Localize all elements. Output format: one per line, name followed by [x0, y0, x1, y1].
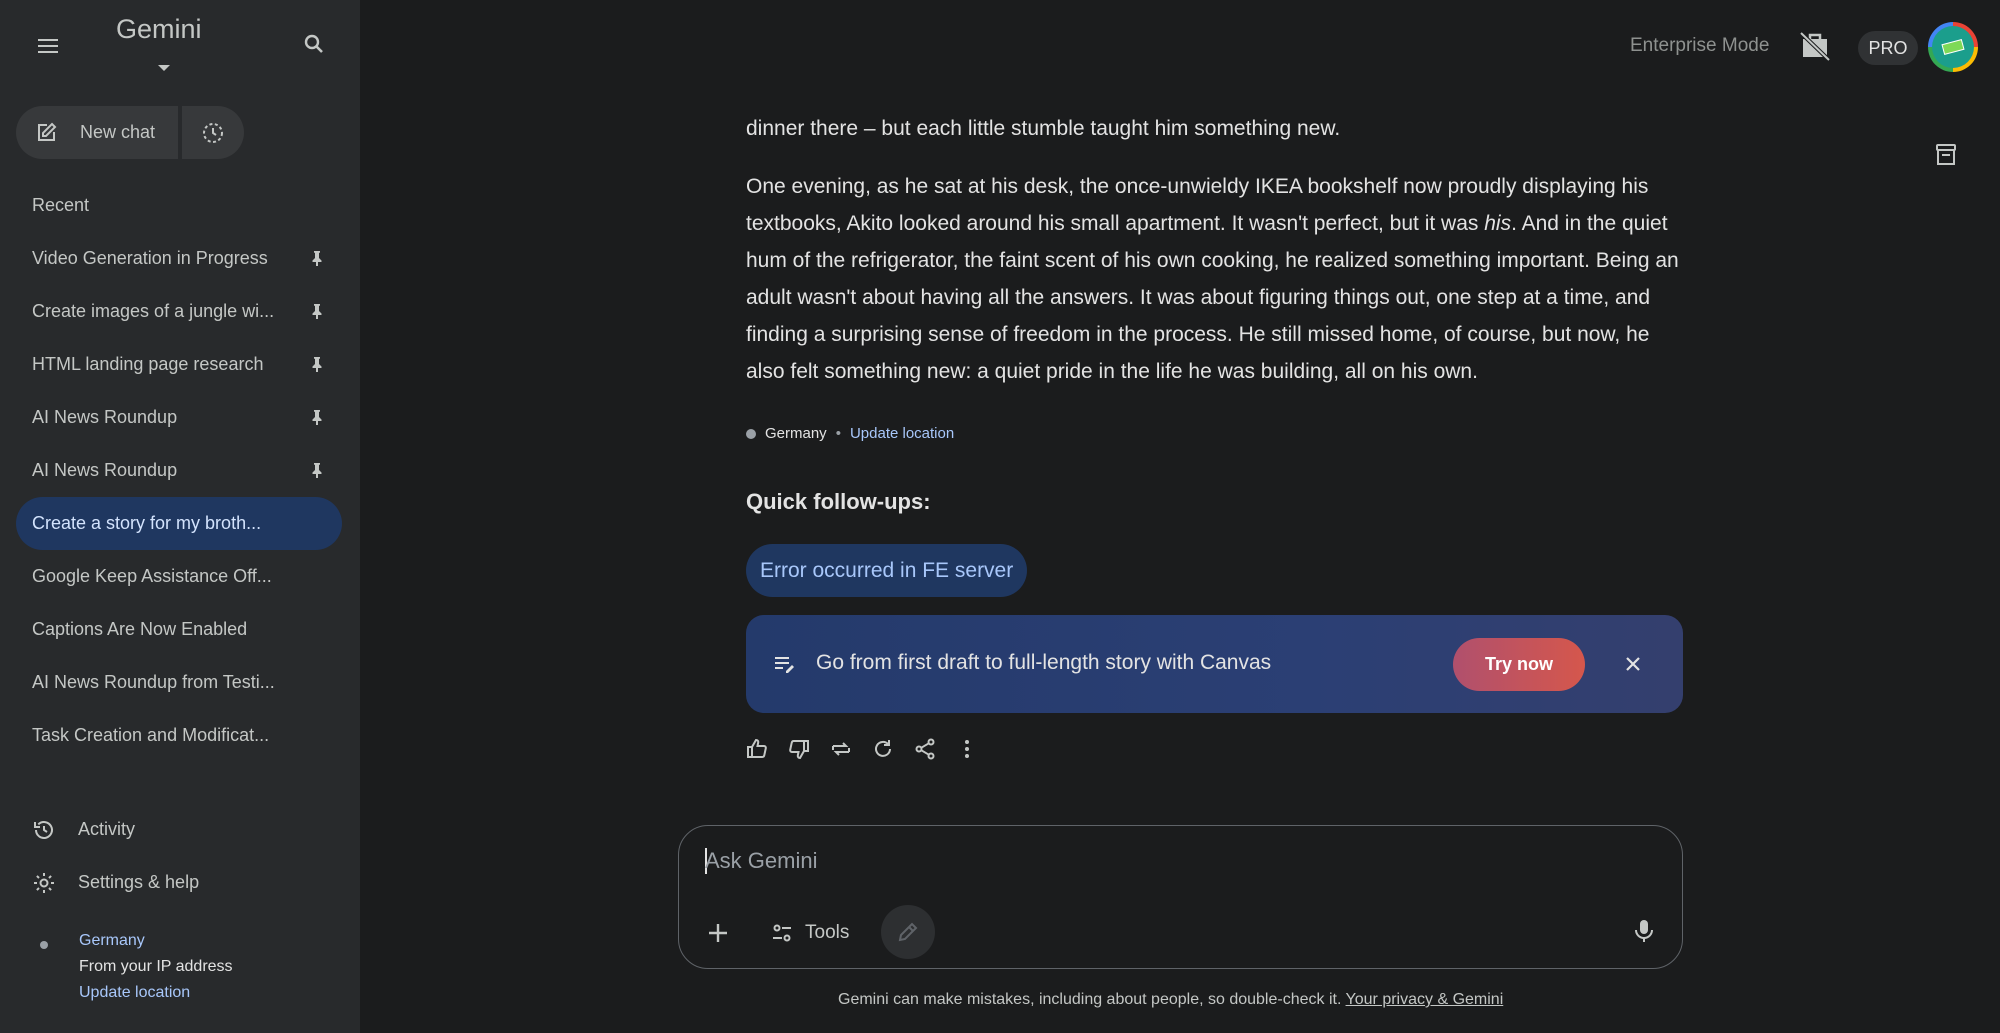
pro-badge[interactable]: PRO: [1858, 31, 1918, 65]
search-icon: [304, 34, 323, 53]
recent-list: Video Generation in Progress Create imag…: [16, 232, 342, 762]
model-chevron-down-icon[interactable]: [154, 60, 174, 76]
response-paragraph: One evening, as he sat at his desk, the …: [746, 175, 1679, 383]
response-location-country: Germany: [765, 425, 827, 442]
recent-item-title: HTML landing page research: [32, 354, 264, 374]
menu-icon: [38, 39, 58, 53]
close-icon[interactable]: [1620, 651, 1646, 677]
share-icon[interactable]: [912, 736, 938, 762]
recent-item-title: AI News Roundup: [32, 407, 178, 427]
briefcase-off-icon[interactable]: [1797, 29, 1833, 68]
try-now-button[interactable]: Try now: [1453, 638, 1585, 691]
recent-item[interactable]: AI News Roundup from Testi...: [16, 656, 342, 709]
tools-icon: [773, 924, 791, 942]
location-dot-icon: [746, 428, 756, 439]
settings-help-button[interactable]: Settings & help: [16, 856, 342, 909]
recent-heading: Recent: [32, 195, 90, 215]
new-chat-group: New chat: [16, 106, 244, 159]
more-vert-icon[interactable]: [954, 736, 980, 762]
canvas-promo-banner: Go from first draft to full-length story…: [746, 615, 1683, 713]
search-button[interactable]: [290, 20, 338, 68]
menu-button[interactable]: [24, 22, 72, 70]
pin-icon[interactable]: [308, 461, 326, 479]
tools-label: Tools: [805, 922, 850, 943]
recent-item-title: Video Generation in Progress: [32, 248, 268, 268]
recent-item[interactable]: AI News Roundup: [16, 444, 342, 497]
thumbs-up-icon[interactable]: [744, 736, 770, 762]
recent-item-title: Google Keep Assistance Off...: [32, 566, 272, 586]
mic-icon[interactable]: [1629, 916, 1659, 946]
pin-icon[interactable]: [308, 249, 326, 267]
pencil-icon: [898, 922, 918, 942]
update-location-link[interactable]: Update location: [79, 984, 190, 1002]
recent-item[interactable]: AI News Roundup: [16, 391, 342, 444]
separator: •: [835, 425, 841, 442]
sidebar-footer-nav: Activity Settings & help: [16, 803, 342, 909]
new-chat-label: New chat: [80, 122, 156, 142]
response-location-row: Germany • Update location: [746, 425, 954, 442]
new-chat-button[interactable]: New chat: [16, 106, 178, 159]
recent-item[interactable]: HTML landing page research: [16, 338, 342, 391]
pin-icon[interactable]: [308, 355, 326, 373]
location-source: From your IP address: [79, 958, 233, 975]
model-response: dinner there – but each little stumble t…: [746, 110, 1686, 411]
followup-chip[interactable]: Error occurred in FE server: [746, 544, 1028, 597]
brand-title[interactable]: Gemini: [116, 14, 202, 45]
recent-item-title: Captions Are Now Enabled: [32, 619, 248, 639]
enterprise-mode-label: Enterprise Mode: [1630, 35, 1770, 56]
activity-button[interactable]: Activity: [16, 803, 342, 856]
gemini-app: Gemini New chat Recent Video Generation …: [0, 0, 2000, 1033]
recent-item-title: Task Creation and Modificat...: [32, 725, 270, 745]
canvas-button[interactable]: [881, 905, 935, 959]
location-country[interactable]: Germany: [79, 932, 145, 950]
plus-icon[interactable]: [703, 918, 733, 948]
pin-icon[interactable]: [308, 302, 326, 320]
gear-icon: [34, 872, 54, 893]
recent-item[interactable]: Task Creation and Modificat...: [16, 709, 342, 762]
temporary-chat-button[interactable]: [182, 106, 244, 159]
recent-item-title: AI News Roundup from Testi...: [32, 672, 275, 692]
tools-button[interactable]: Tools: [771, 916, 849, 950]
temporary-chat-icon: [203, 122, 223, 143]
edit-icon: [38, 122, 57, 141]
regenerate-icon[interactable]: [870, 736, 896, 762]
location-dot-icon: [40, 941, 48, 949]
recent-item[interactable]: Create images of a jungle wi...: [16, 285, 342, 338]
avatar[interactable]: [1928, 22, 1978, 72]
activity-label: Activity: [78, 819, 136, 839]
recent-item-title: Create images of a jungle wi...: [32, 301, 275, 321]
followups-heading: Quick follow-ups:: [746, 489, 931, 514]
ask-gemini-input[interactable]: [705, 844, 1605, 878]
avatar-image-icon: [1941, 38, 1965, 56]
canvas-icon: [775, 657, 794, 673]
privacy-link[interactable]: Your privacy & Gemini: [1346, 991, 1504, 1008]
modify-response-icon[interactable]: [828, 736, 854, 762]
recent-item[interactable]: Captions Are Now Enabled: [16, 603, 342, 656]
response-actions: [744, 736, 980, 762]
disclaimer-text: Gemini can make mistakes, including abou…: [838, 991, 1342, 1008]
footer-disclaimer: Gemini can make mistakes, including abou…: [838, 991, 1503, 1009]
sidebar: Gemini New chat Recent Video Generation …: [0, 0, 360, 1033]
recent-item-title: AI News Roundup: [32, 460, 178, 480]
prompt-composer: Tools: [678, 825, 1683, 969]
recent-item-title: Create a story for my broth...: [32, 513, 262, 533]
archive-icon[interactable]: [1932, 141, 1960, 174]
promo-text: Go from first draft to full-length story…: [816, 651, 1272, 674]
response-paragraph: dinner there – but each little stumble t…: [746, 117, 1341, 140]
recent-item[interactable]: Video Generation in Progress: [16, 232, 342, 285]
thumbs-down-icon[interactable]: [786, 736, 812, 762]
recent-item-active[interactable]: Create a story for my broth...: [16, 497, 342, 550]
pin-icon[interactable]: [308, 408, 326, 426]
recent-item[interactable]: Google Keep Assistance Off...: [16, 550, 342, 603]
response-update-location-link[interactable]: Update location: [850, 425, 954, 442]
history-icon: [34, 820, 53, 839]
settings-label: Settings & help: [78, 872, 200, 892]
